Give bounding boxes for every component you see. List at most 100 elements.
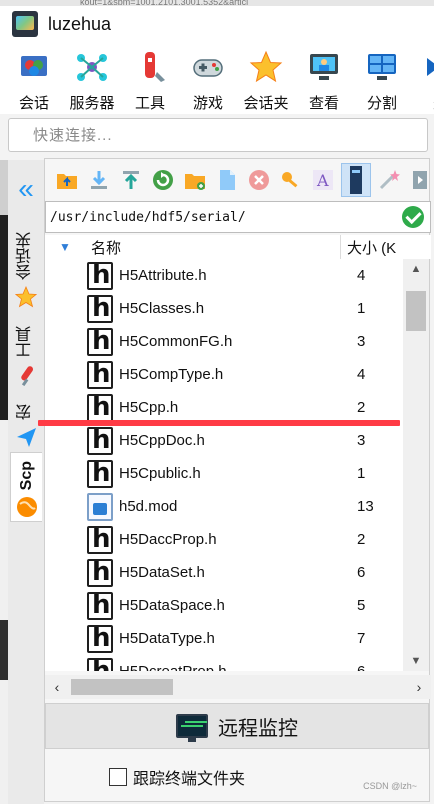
- file-name: H5DataType.h: [119, 630, 215, 647]
- toolbar-split-button[interactable]: 分割: [356, 42, 408, 114]
- remote-path-input[interactable]: [46, 202, 402, 232]
- watermark: CSDN @lzh~: [363, 781, 417, 791]
- file-list-horizontal-scrollbar[interactable]: ‹ ›: [45, 675, 431, 699]
- file-name: H5CommonFG.h: [119, 333, 233, 350]
- toolbar-server-button[interactable]: 服务器: [66, 42, 118, 114]
- side-tab-bar: « 会话夹 工具 宏 Scp: [8, 160, 44, 804]
- file-size: 5: [357, 597, 366, 614]
- file-name: H5Attribute.h: [119, 267, 207, 284]
- file-row[interactable]: H5DataSpace.h 5: [45, 589, 403, 622]
- tools-icon: [133, 50, 167, 84]
- c-header-file-icon: [87, 525, 113, 554]
- scroll-left-icon[interactable]: ‹: [45, 675, 69, 699]
- toolbar-games-button[interactable]: 游戏: [182, 42, 234, 114]
- file-size: 3: [357, 432, 366, 449]
- file-row[interactable]: h5d.mod 13: [45, 490, 403, 523]
- follow-terminal-folder-option[interactable]: 跟踪终端文件夹: [109, 765, 245, 789]
- vertical-scroll-thumb[interactable]: [406, 291, 426, 331]
- c-header-file-icon: [87, 624, 113, 653]
- file-row[interactable]: H5DataType.h 7: [45, 622, 403, 655]
- module-file-icon: [87, 492, 113, 521]
- toolbar-tools-button[interactable]: 工具: [124, 42, 176, 114]
- horizontal-scroll-thumb[interactable]: [71, 679, 173, 695]
- side-tab-macros[interactable]: 宏: [10, 404, 42, 448]
- file-size: 7: [357, 630, 366, 647]
- file-size: 6: [357, 564, 366, 581]
- toolbar-split-label: 分割: [366, 95, 397, 112]
- toolbar-sessions-folder-button[interactable]: 会话夹: [240, 42, 292, 114]
- server-icon: [75, 50, 109, 84]
- file-size: 13: [357, 498, 374, 515]
- file-size: 2: [357, 399, 366, 416]
- scroll-up-icon[interactable]: ▲: [403, 259, 429, 279]
- file-list-vertical-scrollbar[interactable]: ▲ ▼: [403, 259, 429, 671]
- c-header-file-icon: [87, 294, 113, 323]
- background-window-edge: [0, 160, 8, 804]
- toolbar-session-button[interactable]: 会话: [8, 42, 60, 114]
- file-row[interactable]: H5CommonFG.h 3: [45, 325, 403, 358]
- side-tab-tools[interactable]: 工具: [10, 326, 42, 386]
- title-bar: luzehua: [0, 6, 434, 42]
- file-name: H5Cpublic.h: [119, 465, 201, 482]
- file-row[interactable]: H5DcreatProp.h6: [45, 655, 403, 671]
- red-annotation-line: [38, 420, 400, 426]
- tools-icon: [21, 366, 34, 386]
- globe-icon: [16, 497, 37, 518]
- path-ok-check-icon[interactable]: [402, 206, 424, 228]
- delete-icon[interactable]: [248, 169, 270, 191]
- file-name: H5CompType.h: [119, 366, 224, 383]
- column-header-size[interactable]: 大小 (K: [341, 237, 396, 258]
- rename-icon[interactable]: A: [312, 169, 334, 191]
- file-name: H5Cpp.h: [119, 399, 179, 416]
- main-toolbar: 会话 服务器 工具 游戏 会话夹 查看 分割: [0, 42, 434, 114]
- new-file-icon[interactable]: [216, 169, 238, 191]
- toolbar-more-button[interactable]: 多: [414, 42, 434, 114]
- side-tab-scp[interactable]: Scp: [10, 452, 42, 522]
- column-header-name[interactable]: 名称: [79, 235, 341, 259]
- c-header-file-icon: [87, 393, 113, 422]
- toolbar-overflow-icon[interactable]: [410, 169, 431, 191]
- file-browser-toolbar: A: [45, 159, 431, 201]
- c-header-file-icon: [87, 657, 113, 671]
- toolbar-tools-label: 工具: [134, 95, 165, 112]
- split-icon: [365, 50, 399, 84]
- upload-icon[interactable]: [120, 169, 142, 191]
- c-header-file-icon: [87, 360, 113, 389]
- toolbar-view-label: 查看: [308, 95, 339, 112]
- download-icon[interactable]: [88, 169, 110, 191]
- c-header-file-icon: [87, 426, 113, 455]
- file-row[interactable]: H5DataSet.h 6: [45, 556, 403, 589]
- collapse-sidebar-icon[interactable]: «: [12, 175, 40, 206]
- star-icon: [15, 286, 37, 308]
- permissions-key-icon[interactable]: [280, 169, 302, 191]
- file-name: H5DataSet.h: [119, 564, 205, 581]
- new-folder-icon[interactable]: [184, 169, 206, 191]
- star-icon: [249, 50, 283, 84]
- side-tab-sessions[interactable]: 会话夹: [10, 232, 42, 308]
- quick-connect-input[interactable]: [9, 119, 427, 151]
- side-tab-sessions-label: 会话夹: [17, 232, 34, 280]
- c-header-file-icon: [87, 558, 113, 587]
- file-name: H5DcreatProp.h: [113, 663, 347, 671]
- file-row[interactable]: H5DaccProp.h 2: [45, 523, 403, 556]
- file-name: H5Classes.h: [119, 300, 205, 317]
- parent-folder-icon[interactable]: [56, 169, 78, 191]
- remote-monitoring-button[interactable]: 远程监控: [45, 703, 429, 749]
- toolbar-session-label: 会话: [18, 95, 49, 112]
- file-row[interactable]: H5Cpublic.h 1: [45, 457, 403, 490]
- file-row[interactable]: H5Attribute.h 4: [45, 259, 403, 292]
- file-row[interactable]: H5CompType.h 4: [45, 358, 403, 391]
- toolbar-server-label: 服务器: [69, 95, 115, 112]
- more-icon: [423, 50, 434, 84]
- toolbar-view-button[interactable]: 查看: [298, 42, 350, 114]
- sort-down-icon[interactable]: ▼: [59, 240, 79, 254]
- file-row[interactable]: H5CppDoc.h 3: [45, 424, 403, 457]
- follow-terminal-folder-checkbox[interactable]: [109, 768, 127, 786]
- terminal-folder-toggle-icon[interactable]: [341, 163, 371, 197]
- scroll-right-icon[interactable]: ›: [407, 675, 431, 699]
- file-row[interactable]: H5Classes.h 1: [45, 292, 403, 325]
- refresh-icon[interactable]: [152, 169, 174, 191]
- magic-wand-icon[interactable]: [378, 169, 400, 191]
- scroll-down-icon[interactable]: ▼: [403, 651, 429, 671]
- file-list-header: ▼ 名称 大小 (K: [45, 235, 431, 259]
